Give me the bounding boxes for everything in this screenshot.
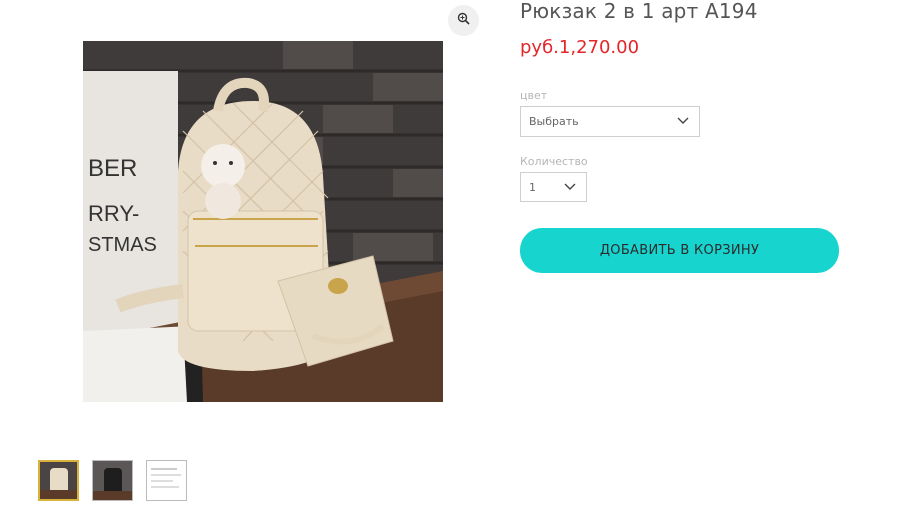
thumbnail-1[interactable] — [38, 460, 79, 501]
zoom-button[interactable] — [448, 5, 479, 36]
product-main-image[interactable]: BER RRY- STMAS — [83, 41, 443, 402]
chevron-down-icon — [677, 115, 689, 128]
add-to-cart-button[interactable]: ДОБАВИТЬ В КОРЗИНУ — [520, 228, 839, 273]
svg-text:RRY-: RRY- — [88, 201, 139, 226]
thumbnail-strip — [38, 460, 187, 501]
color-select-value: Выбрать — [529, 115, 579, 128]
product-title: Рюкзак 2 в 1 арт A194 — [520, 0, 758, 23]
thumbnail-2[interactable] — [92, 460, 133, 501]
svg-text:STMAS: STMAS — [88, 234, 157, 256]
thumbnail-3[interactable] — [146, 460, 187, 501]
magnifier-icon — [457, 12, 470, 30]
color-select[interactable]: Выбрать — [520, 106, 700, 137]
svg-text:BER: BER — [88, 155, 137, 182]
chevron-down-icon — [564, 181, 576, 194]
product-price: руб.1,270.00 — [520, 37, 640, 58]
quantity-select[interactable]: 1 — [520, 172, 587, 202]
quantity-label: Количество — [520, 155, 588, 168]
color-label: цвет — [520, 89, 548, 102]
quantity-select-value: 1 — [529, 180, 536, 194]
